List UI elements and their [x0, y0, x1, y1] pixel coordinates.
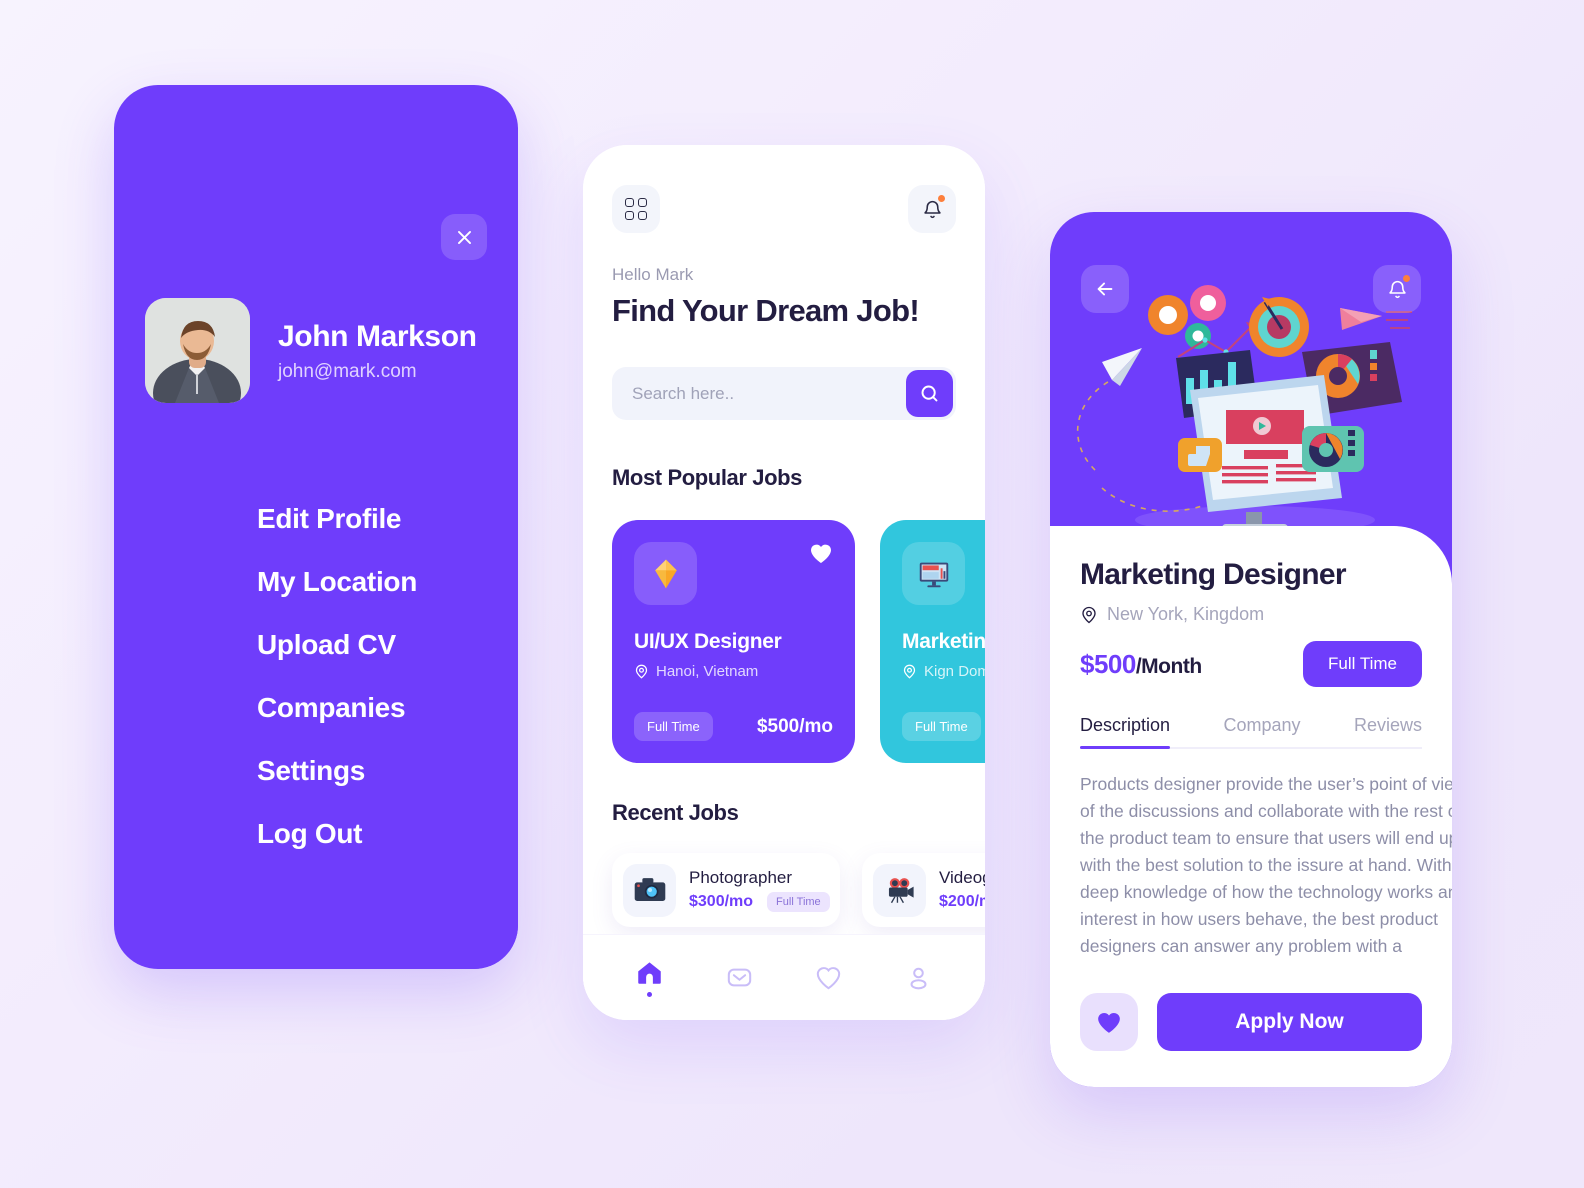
menu-item-companies[interactable]: Companies — [257, 694, 417, 722]
tab-company[interactable]: Company — [1223, 715, 1300, 747]
job-detail-screen: Marketing Designer New York, Kingdom $50… — [1050, 212, 1452, 1087]
menu-item-upload-cv[interactable]: Upload CV — [257, 631, 417, 659]
page-title: Marketing Designer — [1080, 558, 1347, 591]
job-title: UI/UX Designer — [634, 630, 782, 653]
home-screen: Hello Mark Find Your Dream Job! Search h… — [583, 145, 985, 1020]
job-type-chip: Full Time — [902, 712, 981, 741]
greeting-text: Hello Mark — [612, 265, 694, 284]
job-description: Products designer provide the user’s poi… — [1080, 774, 1452, 956]
detail-tabs: Description Company Reviews — [1080, 715, 1422, 749]
popular-heading: Most Popular Jobs — [612, 465, 802, 490]
notification-dot — [1403, 275, 1410, 282]
tab-description[interactable]: Description — [1080, 715, 1171, 749]
search-placeholder: Search here.. — [632, 383, 735, 403]
page-title: Find Your Dream Job! — [612, 293, 920, 328]
hero-banner — [1050, 212, 1452, 542]
menu-item-log-out[interactable]: Log Out — [257, 820, 417, 848]
job-type-chip: Full Time — [634, 712, 713, 741]
detail-action-bar: Apply Now — [1080, 993, 1422, 1051]
list-item[interactable]: Videographer $200/mo Full Time — [862, 853, 985, 927]
popular-jobs-row: UI/UX Designer Hanoi, Vietnam Full Time … — [612, 520, 985, 763]
favorite-icon[interactable] — [809, 542, 833, 569]
job-location-text: Hanoi, Vietnam — [656, 663, 759, 680]
bell-icon[interactable] — [1373, 265, 1421, 313]
job-card[interactable]: Marketing Designer Kign Dom, USA Full Ti… — [880, 520, 985, 763]
job-location: Hanoi, Vietnam — [634, 663, 833, 680]
nav-item-messages[interactable] — [726, 964, 753, 991]
job-location-text: New York, Kingdom — [1107, 604, 1265, 624]
sketch-diamond-icon — [634, 542, 697, 605]
bottom-navigation — [583, 934, 985, 1020]
search-input[interactable]: Search here.. — [612, 367, 956, 420]
menu-item-edit-profile[interactable]: Edit Profile — [257, 505, 417, 533]
list-item-title: Videographer — [939, 868, 985, 887]
profile-name: John Markson — [278, 319, 477, 353]
list-item-salary: $300/mo — [689, 893, 754, 910]
nav-item-profile[interactable] — [905, 964, 932, 991]
menu-list: Edit Profile My Location Upload CV Compa… — [257, 505, 417, 848]
camera-icon — [623, 863, 676, 917]
nav-item-favorites[interactable] — [815, 965, 842, 990]
profile-email: john@mark.com — [278, 360, 417, 382]
list-item-salary: $200/mo — [939, 893, 985, 910]
monitor-chart-icon — [902, 542, 965, 605]
job-salary: $500/Month — [1080, 649, 1202, 680]
map-pin-icon — [1082, 606, 1096, 623]
salary-period: /Month — [1135, 654, 1202, 678]
menu-item-settings[interactable]: Settings — [257, 757, 417, 785]
search-icon[interactable] — [906, 370, 953, 417]
list-item-type: Full Time — [767, 892, 830, 912]
recent-heading: Recent Jobs — [612, 800, 739, 825]
nav-item-home[interactable] — [636, 959, 663, 997]
job-location: New York, Kingdom — [1080, 604, 1422, 625]
tab-reviews[interactable]: Reviews — [1354, 715, 1422, 747]
job-title: Marketing Designer — [902, 630, 985, 653]
profile-header: John Markson john@mark.com — [145, 210, 477, 403]
menu-item-my-location[interactable]: My Location — [257, 568, 417, 596]
bell-icon[interactable] — [908, 185, 956, 233]
avatar — [145, 298, 250, 403]
arrow-left-icon[interactable] — [1081, 265, 1129, 313]
recent-jobs-row: Photographer $300/mo Full Time Videograp… — [612, 853, 985, 927]
notification-dot — [938, 195, 945, 202]
job-salary: $500/mo — [756, 715, 833, 737]
heart-icon[interactable] — [1080, 993, 1138, 1051]
list-item-title: Photographer — [689, 868, 793, 887]
menu-drawer-screen: John Markson john@mark.com Edit Profile … — [114, 85, 518, 969]
video-camera-icon — [873, 863, 926, 917]
list-item[interactable]: Photographer $300/mo Full Time — [612, 853, 840, 927]
job-card[interactable]: UI/UX Designer Hanoi, Vietnam Full Time … — [612, 520, 855, 763]
apply-now-button[interactable]: Apply Now — [1157, 993, 1422, 1051]
job-location-text: Kign Dom, USA — [924, 663, 985, 680]
grid-icon[interactable] — [612, 185, 660, 233]
active-indicator — [647, 991, 653, 997]
status-badge[interactable]: Full Time — [1303, 641, 1422, 687]
job-location: Kign Dom, USA — [902, 663, 985, 680]
salary-amount: $500 — [1080, 648, 1136, 679]
